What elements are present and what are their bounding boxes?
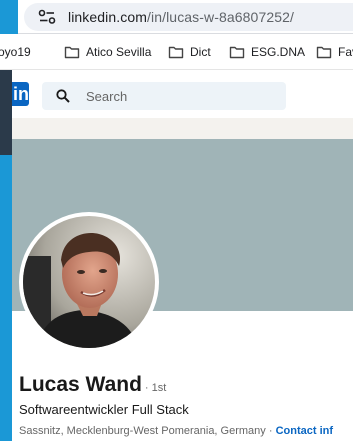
bookmark-label: oyo19	[0, 45, 31, 59]
url-host: linkedin.com	[68, 9, 148, 25]
bookmarks-bar: oyo19 Atico Sevilla Dict ESG.DNA Fav	[0, 34, 353, 70]
folder-icon	[229, 46, 245, 59]
bookmark-label: Atico Sevilla	[86, 45, 152, 59]
desktop-edge	[0, 155, 12, 441]
search-input[interactable]	[86, 82, 276, 110]
browser-address-bar: linkedin.com/in/lucas-w-8a6807252/	[18, 0, 353, 34]
sidebar-edge	[0, 70, 12, 155]
profile-location-row: Sassnitz, Mecklenburg-West Pomerania, Ge…	[19, 425, 333, 437]
url-path: /in/lucas-w-8a6807252/	[147, 9, 294, 25]
site-settings-icon[interactable]	[38, 9, 56, 25]
page-background-strip	[12, 118, 353, 139]
profile-name-row: Lucas Wand · 1st	[19, 373, 166, 397]
search-icon	[56, 89, 70, 103]
profile-avatar[interactable]	[19, 212, 159, 352]
bookmark-folder[interactable]: ESG.DNA	[229, 43, 305, 61]
linkedin-logo-text: in	[13, 84, 29, 104]
search-box[interactable]	[42, 82, 286, 110]
bookmark-label: Dict	[190, 45, 211, 59]
bookmark-folder[interactable]: Atico Sevilla	[64, 43, 151, 61]
bookmark-folder[interactable]: Fav	[316, 43, 353, 61]
folder-icon	[316, 46, 332, 59]
url-text: linkedin.com/in/lucas-w-8a6807252/	[68, 9, 294, 25]
connection-degree-badge: · 1st	[144, 382, 167, 394]
bookmark-folder[interactable]: Dict	[168, 43, 211, 61]
linkedin-nav-bar: in	[12, 70, 353, 118]
avatar-photo	[23, 216, 155, 348]
bookmark-item[interactable]: oyo19	[0, 43, 31, 61]
screenshot-frame: linkedin.com/in/lucas-w-8a6807252/ oyo19…	[0, 0, 353, 441]
person-photo-icon	[23, 216, 155, 348]
contact-info-link[interactable]: Contact inf	[276, 425, 333, 437]
bookmark-label: Fav	[338, 45, 353, 59]
folder-icon	[64, 46, 80, 59]
url-field[interactable]: linkedin.com/in/lucas-w-8a6807252/	[24, 3, 353, 31]
profile-location: Sassnitz, Mecklenburg-West Pomerania, Ge…	[19, 425, 273, 437]
profile-name: Lucas Wand	[19, 373, 142, 396]
linkedin-logo[interactable]: in	[12, 82, 29, 106]
profile-headline: Softwareentwickler Full Stack	[19, 402, 189, 417]
bookmark-label: ESG.DNA	[251, 45, 306, 59]
folder-icon	[168, 46, 184, 59]
